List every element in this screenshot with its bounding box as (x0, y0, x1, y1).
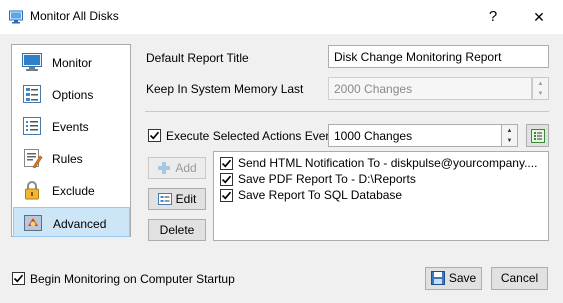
startup-checkbox[interactable] (12, 272, 25, 285)
memory-stepper[interactable]: ▲ ▼ (532, 77, 549, 100)
item-checkbox[interactable] (220, 173, 233, 186)
startup-label: Begin Monitoring on Computer Startup (30, 272, 235, 286)
advanced-icon (22, 212, 44, 234)
item-checkbox[interactable] (220, 189, 233, 202)
memory-label: Keep In System Memory Last (146, 82, 304, 96)
sidebar: Monitor Options Events Rules Exclude Adv… (11, 44, 131, 237)
plus-icon (157, 161, 171, 175)
sidebar-item-label: Exclude (52, 184, 95, 198)
execute-interval-input[interactable]: 1000 Changes (328, 124, 515, 147)
actions-list[interactable]: Send HTML Notification To - diskpulse@yo… (213, 151, 549, 241)
close-button[interactable]: ✕ (522, 4, 556, 30)
sidebar-item-label: Rules (52, 152, 83, 166)
delete-button[interactable]: Delete (148, 219, 206, 241)
lock-icon (21, 179, 43, 201)
stepper-down-icon[interactable]: ▼ (533, 89, 548, 99)
sidebar-item-label: Options (52, 88, 94, 102)
options-icon (21, 83, 43, 105)
sidebar-item-advanced[interactable]: Advanced (13, 207, 130, 237)
sidebar-item-monitor[interactable]: Monitor (13, 47, 130, 78)
edit-icon (157, 192, 172, 206)
add-button[interactable]: Add (148, 157, 206, 179)
save-icon (430, 270, 445, 285)
list-icon (530, 129, 545, 143)
title-bar: Monitor All Disks ? ✕ (0, 0, 563, 34)
execute-interval-stepper[interactable]: ▲ ▼ (501, 124, 518, 147)
sidebar-item-label: Events (52, 120, 89, 134)
sidebar-item-options[interactable]: Options (13, 79, 130, 110)
list-item[interactable]: Send HTML Notification To - diskpulse@yo… (220, 156, 546, 172)
item-label: Send HTML Notification To - diskpulse@yo… (238, 156, 538, 170)
report-title-input[interactable]: Disk Change Monitoring Report (328, 45, 549, 68)
stepper-up-icon[interactable]: ▲ (502, 126, 517, 136)
separator (145, 111, 549, 112)
list-item[interactable]: Save Report To SQL Database (220, 188, 546, 204)
item-label: Save PDF Report To - D:\Reports (238, 172, 416, 186)
sidebar-item-events[interactable]: Events (13, 111, 130, 142)
item-checkbox[interactable] (220, 157, 233, 170)
add-label: Add (175, 161, 197, 175)
window-title: Monitor All Disks (30, 9, 119, 23)
sidebar-item-exclude[interactable]: Exclude (13, 175, 130, 206)
execute-label: Execute Selected Actions Every (166, 129, 336, 143)
stepper-up-icon[interactable]: ▲ (533, 79, 548, 89)
sidebar-item-rules[interactable]: Rules (13, 143, 130, 174)
cancel-button[interactable]: Cancel (491, 267, 548, 290)
edit-button[interactable]: Edit (148, 188, 206, 210)
events-icon (21, 115, 43, 137)
list-item[interactable]: Save PDF Report To - D:\Reports (220, 172, 546, 188)
report-title-label: Default Report Title (146, 51, 249, 65)
sidebar-item-label: Monitor (52, 56, 93, 70)
stepper-down-icon[interactable]: ▼ (502, 136, 517, 146)
rules-icon (21, 147, 43, 169)
sidebar-item-label: Advanced (53, 217, 107, 231)
help-button[interactable]: ? (476, 4, 510, 30)
save-button[interactable]: Save (425, 267, 482, 290)
memory-input[interactable]: 2000 Changes (328, 77, 532, 100)
item-label: Save Report To SQL Database (238, 188, 403, 202)
save-label: Save (448, 271, 477, 285)
monitor-icon (21, 51, 43, 73)
app-icon (9, 10, 23, 24)
execute-checkbox[interactable] (148, 129, 161, 142)
edit-label: Edit (175, 192, 197, 206)
action-list-button[interactable] (526, 124, 549, 147)
